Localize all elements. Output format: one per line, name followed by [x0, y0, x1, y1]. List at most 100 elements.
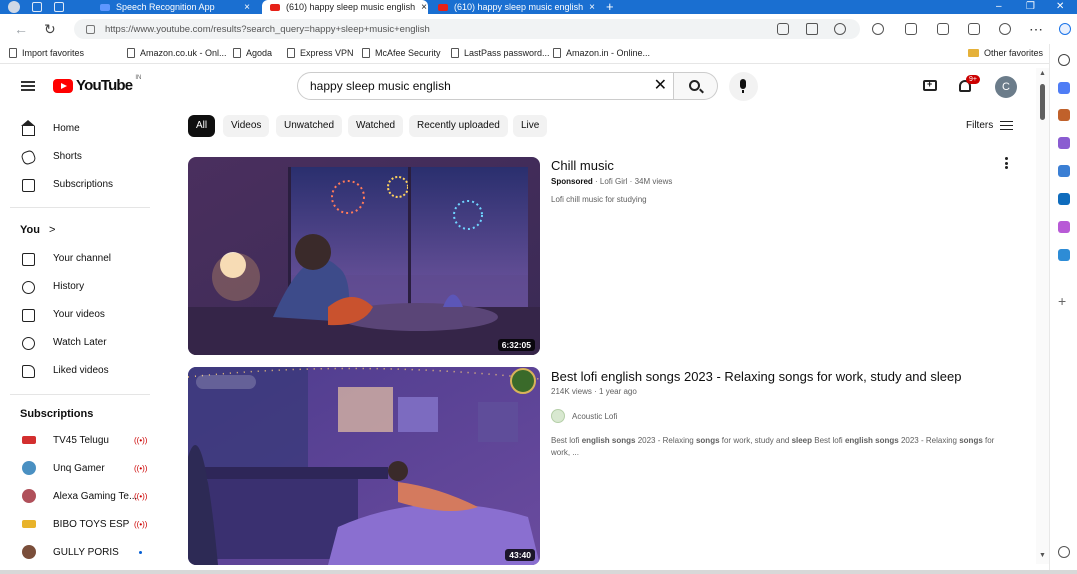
favorite-amazon-in[interactable]: Amazon.in - Online...: [553, 48, 650, 58]
chip-watched[interactable]: Watched: [348, 115, 404, 137]
sidebar-subscription-bibo[interactable]: BIBO TOYS ESP ((•)): [0, 511, 160, 539]
close-tab-icon[interactable]: ×: [589, 2, 595, 13]
close-tab-icon[interactable]: ×: [421, 2, 427, 13]
account-avatar[interactable]: C: [995, 76, 1017, 98]
refresh-button[interactable]: ↻: [44, 21, 56, 37]
favorite-agoda[interactable]: Agoda: [233, 48, 272, 58]
split-screen-icon[interactable]: [905, 23, 917, 35]
url-field[interactable]: https://www.youtube.com/results?search_q…: [74, 19, 860, 39]
favorite-expressvpn[interactable]: Express VPN: [287, 48, 354, 58]
page-icon: [553, 48, 561, 58]
drop-icon[interactable]: [1058, 249, 1070, 261]
tab-youtube[interactable]: (610) happy sleep music english ×: [430, 0, 596, 14]
favorite-label: McAfee Security: [375, 48, 441, 58]
video-thumbnail[interactable]: 6:32:05: [188, 157, 540, 355]
app-available-icon[interactable]: [777, 23, 789, 35]
extensions-icon[interactable]: [872, 23, 884, 35]
tools-icon[interactable]: [1058, 109, 1070, 121]
gear-icon[interactable]: [1058, 546, 1070, 558]
sidebar-item-home[interactable]: Home: [0, 115, 160, 143]
voice-search-button[interactable]: [729, 72, 758, 101]
sidebar-subscription-alexa[interactable]: Alexa Gaming Te... ((•)): [0, 483, 160, 511]
create-video-icon[interactable]: [923, 79, 937, 91]
favorite-mcafee[interactable]: McAfee Security: [362, 48, 441, 58]
restore-button[interactable]: ❐: [1026, 0, 1035, 13]
video-title[interactable]: Chill music: [551, 158, 614, 173]
other-favorites[interactable]: Other favorites: [968, 48, 1043, 58]
favorite-star-icon[interactable]: [834, 23, 846, 35]
page-icon: [451, 48, 459, 58]
video-title[interactable]: Best lofi english songs 2023 - Relaxing …: [551, 369, 961, 384]
youtube-logo[interactable]: YouTube IN: [53, 75, 141, 94]
sidebar-item-shorts[interactable]: Shorts: [0, 143, 160, 171]
browser-essentials-icon[interactable]: [999, 23, 1011, 35]
sidebar-item-your-channel[interactable]: Your channel: [0, 245, 160, 273]
chip-recently-uploaded[interactable]: Recently uploaded: [409, 115, 508, 137]
scrollbar-thumb[interactable]: [1040, 84, 1045, 120]
workspaces-icon[interactable]: [32, 2, 42, 12]
sidebar-item-your-videos[interactable]: Your videos: [0, 301, 160, 329]
sidebar-you-heading[interactable]: You >: [20, 224, 55, 236]
favorite-lastpass[interactable]: LastPass password...: [451, 48, 550, 58]
scroll-up-icon[interactable]: ▲: [1039, 70, 1046, 77]
outlook-icon[interactable]: [1058, 193, 1070, 205]
shopping-icon[interactable]: [1058, 82, 1070, 94]
sidebar-item-history[interactable]: History: [0, 273, 160, 301]
sidebar-subscriptions-heading: Subscriptions: [20, 408, 94, 420]
sidebar-item-subscriptions[interactable]: Subscriptions: [0, 171, 160, 199]
favorite-import[interactable]: Import favorites: [9, 48, 84, 58]
designer-icon[interactable]: [1058, 221, 1070, 233]
profile-icon[interactable]: [8, 1, 20, 13]
collections-icon[interactable]: [968, 23, 980, 35]
chip-live[interactable]: Live: [513, 115, 548, 137]
favorites-icon[interactable]: [937, 23, 949, 35]
site-info-icon[interactable]: [86, 24, 95, 34]
search-input[interactable]: [310, 79, 640, 93]
chip-videos[interactable]: Videos: [223, 115, 270, 137]
menu-icon[interactable]: [21, 81, 35, 91]
video-thumbnail[interactable]: 43:40: [188, 367, 540, 565]
favorite-amazon-uk[interactable]: Amazon.co.uk - Onl...: [127, 48, 227, 58]
tab-actions-icon[interactable]: [54, 2, 64, 12]
channel-link[interactable]: Acoustic Lofi: [551, 409, 617, 423]
filters-button[interactable]: Filters: [966, 120, 1014, 131]
games-icon[interactable]: [1058, 137, 1070, 149]
minimize-button[interactable]: –: [996, 0, 1002, 13]
search-icon[interactable]: [1058, 54, 1070, 66]
sidebar-item-watch-later[interactable]: Watch Later: [0, 329, 160, 357]
add-sidebar-app-icon[interactable]: +: [1058, 294, 1070, 308]
chip-unwatched[interactable]: Unwatched: [276, 115, 343, 137]
sidebar-subscription-tv45[interactable]: TV45 Telugu ((•)): [0, 427, 160, 455]
sidebar-subscription-unq-gamer[interactable]: Unq Gamer ((•)): [0, 455, 160, 483]
channel-avatar: [22, 520, 36, 528]
read-aloud-icon[interactable]: [806, 23, 818, 35]
live-indicator-icon: ((•)): [134, 492, 148, 501]
sidebar-item-label: BIBO TOYS ESP: [53, 519, 130, 530]
tab-youtube-active[interactable]: (610) happy sleep music english ×: [262, 0, 428, 14]
scroll-down-icon[interactable]: ▼: [1039, 552, 1046, 559]
chip-all[interactable]: All: [188, 115, 216, 137]
back-button[interactable]: ←: [14, 21, 28, 37]
new-tab-button[interactable]: +: [606, 0, 614, 13]
search-button[interactable]: [674, 72, 718, 100]
close-window-button[interactable]: ✕: [1056, 0, 1064, 13]
video-description: Best lofi english songs 2023 - Relaxing …: [551, 436, 995, 457]
page-scrollbar[interactable]: ▲ ▼: [1036, 68, 1049, 564]
sidebar-item-label: Alexa Gaming Te...: [53, 491, 138, 502]
sidebar-item-label: History: [53, 281, 85, 292]
clear-search-icon[interactable]: ✕: [654, 77, 667, 95]
favorite-label: Express VPN: [300, 48, 354, 58]
lofi-bedroom-thumbnail-art: [188, 367, 540, 565]
copilot-icon[interactable]: [1059, 23, 1071, 35]
close-tab-icon[interactable]: ×: [244, 2, 250, 13]
sidebar-subscription-gully[interactable]: GULLY PORIS: [0, 539, 160, 567]
sidebar-item-label: Liked videos: [53, 365, 109, 376]
settings-more-button[interactable]: ⋯: [1029, 21, 1043, 37]
microsoft365-icon[interactable]: [1058, 165, 1070, 177]
tab-title: (610) happy sleep music english: [286, 2, 416, 12]
channel-avatar: [22, 436, 36, 444]
sidebar-item-liked-videos[interactable]: Liked videos: [0, 357, 160, 385]
tab-speech-recognition[interactable]: Speech Recognition App ×: [92, 0, 258, 14]
more-options-icon[interactable]: [1005, 157, 1008, 169]
video-meta: Sponsored · Lofi Girl · 34M views: [551, 177, 672, 186]
